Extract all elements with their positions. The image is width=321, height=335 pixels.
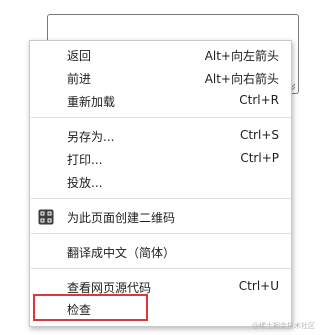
page: 返回 Alt+向左箭头 前进 Alt+向右箭头 重新加载 Ctrl+R 另存为.… bbox=[0, 0, 321, 335]
menu-separator bbox=[31, 233, 291, 234]
menu-item-back[interactable]: 返回 Alt+向左箭头 bbox=[30, 44, 291, 66]
menu-item-cast[interactable]: 投放... bbox=[30, 171, 291, 193]
menu-item-shortcut: Alt+向左箭头 bbox=[204, 49, 279, 63]
menu-separator bbox=[31, 117, 291, 118]
watermark: @稀土掘金技术社区 bbox=[252, 322, 315, 330]
menu-separator bbox=[31, 268, 291, 269]
menu-item-shortcut: Ctrl+S bbox=[239, 128, 279, 142]
menu-item-label: 另存为... bbox=[67, 130, 115, 144]
menu-item-save-as[interactable]: 另存为... Ctrl+S bbox=[30, 125, 291, 147]
menu-item-label: 为此页面创建二维码 bbox=[67, 211, 176, 225]
menu-item-shortcut: Ctrl+U bbox=[238, 279, 279, 293]
menu-item-forward[interactable]: 前进 Alt+向右箭头 bbox=[30, 67, 291, 89]
menu-item-reload[interactable]: 重新加载 Ctrl+R bbox=[30, 90, 291, 112]
menu-item-translate[interactable]: 翻译成中文（简体） bbox=[30, 241, 291, 263]
menu-item-label: 重新加载 bbox=[67, 95, 116, 109]
qr-code-icon bbox=[38, 209, 54, 225]
menu-item-label: 翻译成中文（简体） bbox=[67, 246, 176, 260]
inspect-highlight-box bbox=[33, 294, 148, 321]
menu-item-shortcut: Alt+向右箭头 bbox=[204, 72, 279, 86]
menu-item-label: 前进 bbox=[67, 72, 92, 86]
menu-item-label: 打印... bbox=[67, 153, 103, 167]
menu-separator bbox=[31, 198, 291, 199]
menu-item-print[interactable]: 打印... Ctrl+P bbox=[30, 148, 291, 170]
menu-item-qr-code[interactable]: 为此页面创建二维码 bbox=[30, 206, 291, 228]
menu-item-shortcut: Ctrl+R bbox=[239, 93, 279, 107]
context-menu: 返回 Alt+向左箭头 前进 Alt+向右箭头 重新加载 Ctrl+R 另存为.… bbox=[29, 40, 292, 327]
menu-item-label: 返回 bbox=[67, 49, 92, 63]
menu-item-shortcut: Ctrl+P bbox=[240, 151, 279, 165]
menu-item-label: 投放... bbox=[67, 176, 103, 190]
